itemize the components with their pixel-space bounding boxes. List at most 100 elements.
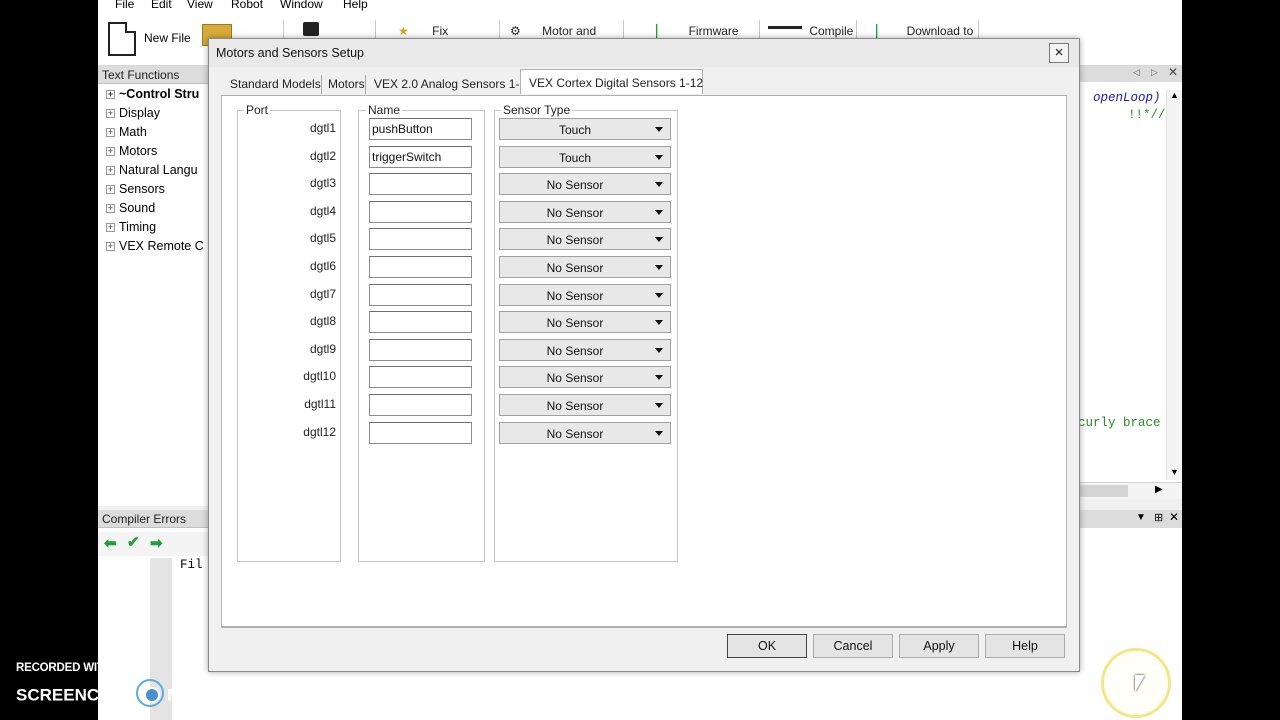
tree-item-label: Sound xyxy=(119,201,156,215)
new-file-label: New File xyxy=(144,31,191,45)
menu-help[interactable]: Help xyxy=(343,0,368,11)
next-error-icon[interactable]: ➡ xyxy=(150,534,163,552)
save-icon[interactable] xyxy=(303,22,319,36)
previous-error-icon[interactable]: ⬅ xyxy=(104,534,117,552)
sensor-name-input[interactable] xyxy=(369,256,472,278)
menu-file[interactable]: File xyxy=(115,0,134,11)
cancel-button[interactable]: Cancel xyxy=(813,634,893,658)
sensor-type-select[interactable]: No Sensor xyxy=(499,200,671,223)
expand-icon[interactable]: + xyxy=(106,242,115,251)
sensor-type-select[interactable]: No Sensor xyxy=(499,338,671,361)
dropdown-arrow-icon xyxy=(655,209,663,215)
close-editor-icon[interactable]: ✕ xyxy=(1168,65,1178,79)
fix-button[interactable]: ★ Fix xyxy=(398,24,448,38)
tree-item-motors[interactable]: + Motors xyxy=(106,144,157,158)
sensor-name-input[interactable] xyxy=(369,366,472,389)
download-arrow-icon: ▏ xyxy=(656,24,666,38)
scroll-left-icon[interactable]: ◁ xyxy=(1133,67,1140,78)
expand-icon[interactable]: + xyxy=(106,223,115,232)
sensor-type-select[interactable]: Touch xyxy=(499,145,671,168)
dropdown-arrow-icon xyxy=(655,292,663,298)
tab-motors[interactable]: Motors xyxy=(320,72,365,94)
compile-icon xyxy=(768,26,802,29)
help-button[interactable]: Help xyxy=(985,634,1065,658)
menu-window[interactable]: Window xyxy=(280,0,323,11)
tree-item-natural-language[interactable]: + Natural Langu xyxy=(106,163,198,177)
sensor-name-input[interactable] xyxy=(369,311,472,334)
tree-item-label: Motors xyxy=(119,144,158,158)
sensor-name-input[interactable] xyxy=(369,283,472,306)
dialog-close-button[interactable]: × xyxy=(1049,43,1069,63)
firmware-button[interactable]: ▏ Firmware xyxy=(656,24,739,38)
scroll-down-icon[interactable]: ▼ xyxy=(1170,467,1179,477)
sensor-type-select[interactable]: No Sensor xyxy=(499,228,671,251)
sensor-name-input[interactable] xyxy=(369,421,472,444)
expand-icon[interactable]: + xyxy=(106,109,115,118)
port-label: dgtl4 xyxy=(309,203,336,218)
compile-button[interactable]: Compile xyxy=(768,24,853,38)
sensor-name-input[interactable] xyxy=(369,200,472,223)
compiler-errors-title: Compiler Errors xyxy=(98,510,208,528)
code-editor[interactable]: openLoop) !!*// curly brace ▲ ▼ ▶ xyxy=(1078,82,1182,499)
sensor-name-input[interactable] xyxy=(369,145,472,168)
scroll-right-icon[interactable]: ▷ xyxy=(1151,67,1158,78)
expand-icon[interactable]: + xyxy=(106,147,115,156)
dropdown-arrow-icon xyxy=(655,265,663,270)
ok-button[interactable]: OK xyxy=(727,634,807,658)
apply-button[interactable]: Apply xyxy=(899,634,979,658)
sensor-name-input[interactable] xyxy=(369,338,472,361)
new-file-button[interactable]: New File xyxy=(98,12,193,62)
sensor-name-input[interactable] xyxy=(369,228,472,251)
download-button[interactable]: ▏ Download to xyxy=(876,24,973,38)
scroll-right-arrow-icon[interactable]: ▶ xyxy=(1155,484,1163,495)
expand-icon[interactable]: + xyxy=(106,90,115,99)
checkmark-icon[interactable]: ✔ xyxy=(127,533,140,551)
sensor-name-input[interactable] xyxy=(369,118,472,140)
sensor-type-select[interactable]: No Sensor xyxy=(499,311,671,334)
tree-item-control-structures[interactable]: + ~Control Stru xyxy=(106,87,199,101)
sensor-type-value: Touch xyxy=(558,123,592,137)
menu-robot[interactable]: Robot xyxy=(231,0,263,11)
sensor-type-value: No Sensor xyxy=(546,371,604,386)
tree-item-label: Math xyxy=(119,125,147,139)
dialog-footer-divider xyxy=(221,627,1067,628)
menu-view[interactable]: View xyxy=(187,0,213,11)
sensor-name-input[interactable] xyxy=(369,173,472,196)
motor-sensor-setup-button[interactable]: ⚙ Motor and xyxy=(510,24,596,38)
dropdown-arrow-icon xyxy=(655,127,663,132)
sensor-type-select[interactable]: No Sensor xyxy=(499,256,671,278)
sensor-name-input[interactable] xyxy=(369,394,472,416)
sensor-type-select[interactable]: No Sensor xyxy=(499,283,671,306)
expand-icon[interactable]: + xyxy=(106,128,115,137)
tree-item-display[interactable]: + Display xyxy=(106,106,160,120)
sensor-type-select[interactable]: No Sensor xyxy=(499,421,671,444)
tree-item-timing[interactable]: + Timing xyxy=(106,220,156,234)
expand-icon[interactable]: + xyxy=(106,204,115,213)
vertical-scrollbar[interactable]: ▲ ▼ xyxy=(1166,90,1182,480)
tree-item-math[interactable]: + Math xyxy=(106,125,147,139)
close-icon: × xyxy=(1054,44,1064,61)
tree-item-vex-remote[interactable]: + VEX Remote C xyxy=(106,239,204,253)
expand-icon[interactable]: + xyxy=(106,185,115,194)
menu-edit[interactable]: Edit xyxy=(151,0,172,11)
scrollbar-thumb[interactable] xyxy=(1080,485,1128,497)
close-panel-icon[interactable]: ✕ xyxy=(1169,510,1179,524)
pin-icon[interactable]: ⊞ xyxy=(1154,511,1163,524)
tree-item-sensors[interactable]: + Sensors xyxy=(106,182,165,196)
scroll-up-icon[interactable]: ▲ xyxy=(1170,90,1179,100)
code-line: !!*// xyxy=(1128,108,1166,122)
sensor-type-select[interactable]: No Sensor xyxy=(499,173,671,196)
dropdown-icon[interactable]: ▼ xyxy=(1136,512,1146,523)
horizontal-scrollbar[interactable]: ▶ xyxy=(1080,482,1182,499)
tab-digital-sensors[interactable]: VEX Cortex Digital Sensors 1-12 xyxy=(520,69,703,94)
sensor-type-select[interactable]: No Sensor xyxy=(499,366,671,389)
sensor-type-select[interactable]: Touch xyxy=(499,118,671,140)
port-label: dgtl8 xyxy=(309,314,336,329)
tree-item-sound[interactable]: + Sound xyxy=(106,201,155,215)
tab-standard-models[interactable]: Standard Models xyxy=(222,72,321,94)
sensor-type-value: No Sensor xyxy=(546,399,604,413)
expand-icon[interactable]: + xyxy=(106,166,115,175)
sensor-type-select[interactable]: No Sensor xyxy=(499,394,671,416)
tab-analog-sensors[interactable]: VEX 2.0 Analog Sensors 1-8 xyxy=(366,72,526,94)
port-label: dgtl7 xyxy=(309,286,336,301)
